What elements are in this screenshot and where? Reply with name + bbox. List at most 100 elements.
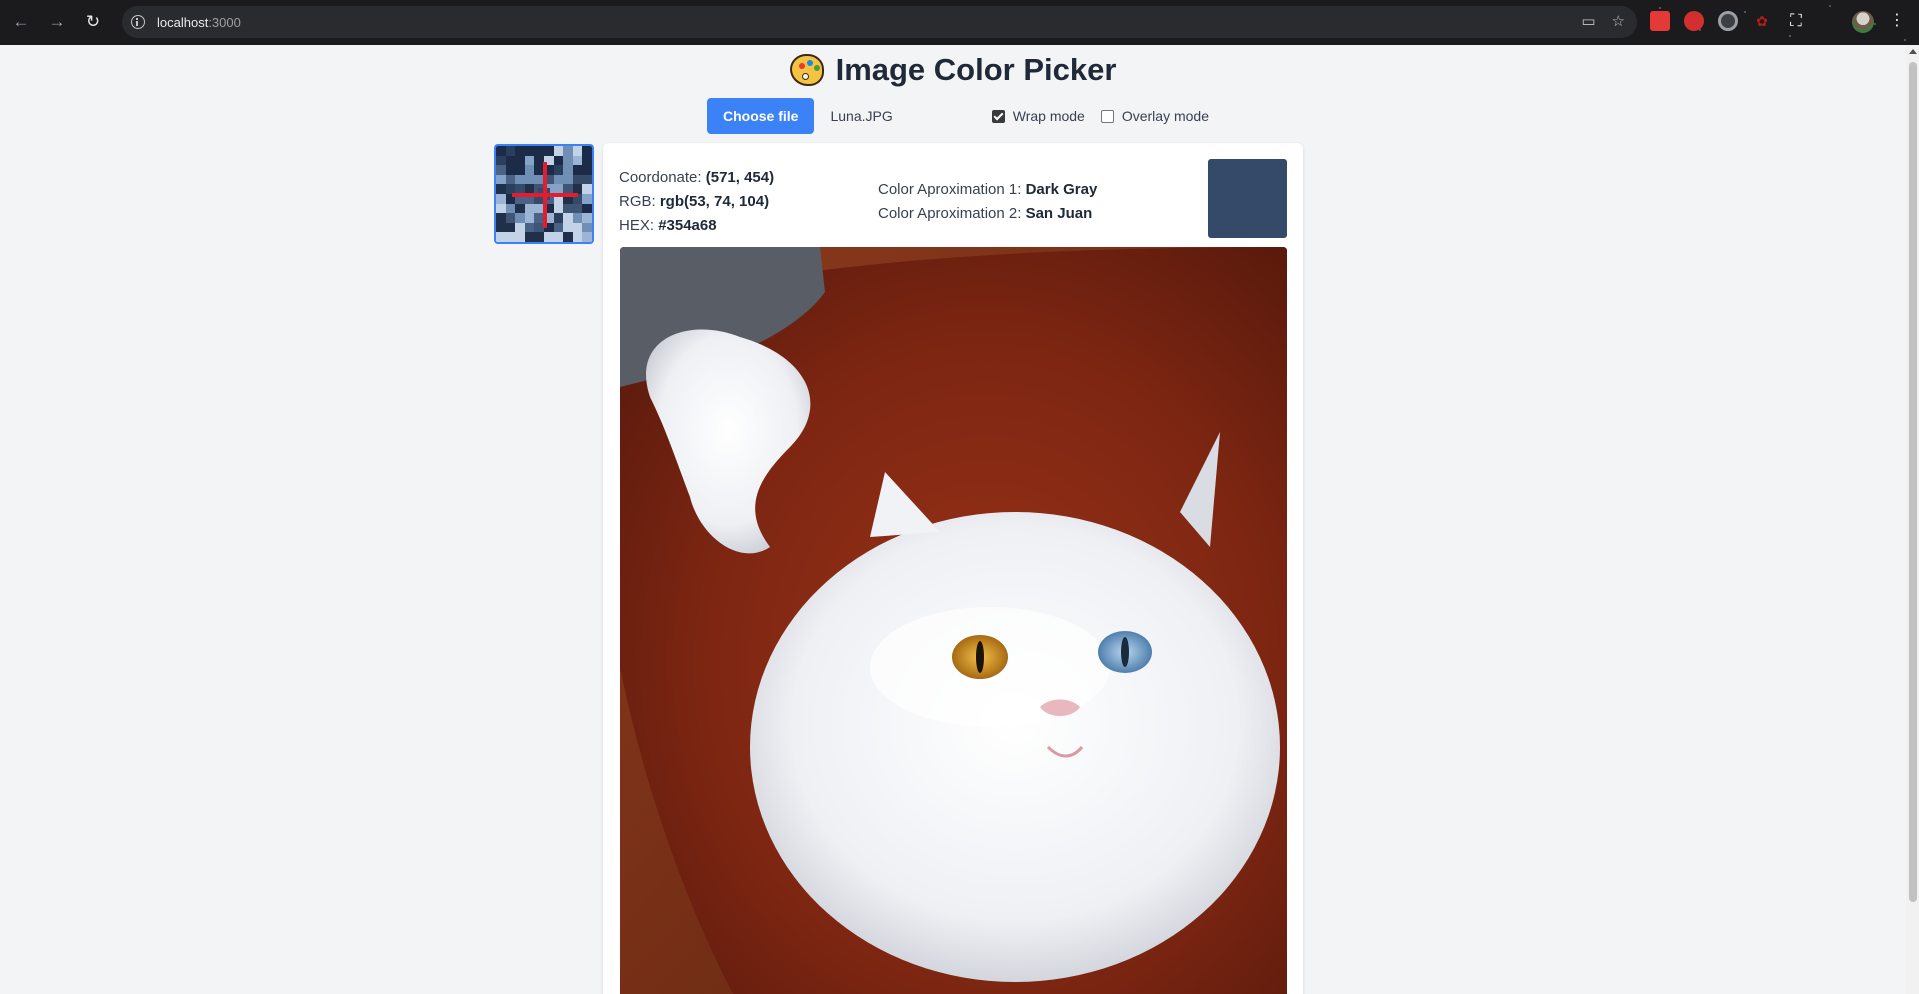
magnifier-pixel <box>496 184 506 194</box>
magnifier-pixel <box>505 155 516 166</box>
magnifier-pixel <box>515 174 525 185</box>
cat-photo <box>620 247 1287 994</box>
cat-image-canvas[interactable] <box>620 247 1287 994</box>
star-icon[interactable]: ☆ <box>1612 13 1625 31</box>
magnifier-pixel <box>505 232 516 242</box>
magnifier-pixel <box>553 203 564 214</box>
address-bar[interactable]: localhost:3000 ▭ ☆ <box>122 6 1637 38</box>
zoom-magnifier <box>494 144 594 244</box>
magnifier-pixel <box>505 146 516 156</box>
magnifier-pixel <box>496 146 506 156</box>
extension-shield-icon[interactable] <box>1684 11 1704 31</box>
install-app-icon[interactable]: ▭ <box>1581 13 1595 31</box>
magnifier-pixel <box>553 213 564 223</box>
pixel-info: Coordonate: (571, 454) RGB: rgb(53, 74, … <box>619 166 774 238</box>
color-swatch <box>1208 159 1287 238</box>
magnifier-pixel <box>524 146 535 156</box>
magnifier-pixel <box>534 146 544 156</box>
magnifier-pixel <box>563 155 573 166</box>
magnifier-pixel <box>572 165 583 175</box>
extension-circle-icon[interactable] <box>1718 11 1738 31</box>
magnifier-pixel <box>524 155 535 166</box>
magnifier-pixel <box>563 203 573 214</box>
url-text[interactable]: localhost:3000 <box>157 15 241 30</box>
wrap-mode-checkbox[interactable] <box>991 109 1005 123</box>
extensions-area: ✿ ⛶ <box>1650 11 1806 31</box>
arrow-right-icon[interactable]: → <box>46 11 68 33</box>
overlay-mode-toggle[interactable]: Overlay mode <box>1100 108 1209 124</box>
approximation-1-value: Dark Gray <box>1025 181 1098 198</box>
magnifier-pixel <box>553 155 564 166</box>
magnifier-pixel <box>553 222 564 233</box>
hex-label: HEX: <box>619 217 659 234</box>
wrap-mode-toggle[interactable]: Wrap mode <box>991 108 1085 124</box>
magnifier-pixel <box>572 213 583 223</box>
magnifier-pixel <box>505 203 516 214</box>
approximation-1-label: Color Aproximation 1: <box>878 181 1026 198</box>
magnifier-pixel <box>572 174 583 185</box>
info-icon[interactable] <box>131 15 145 29</box>
url-host: localhost <box>157 14 209 30</box>
overlay-mode-checkbox[interactable] <box>1100 109 1114 123</box>
wrap-mode-label: Wrap mode <box>1012 108 1085 124</box>
magnifier-pixel <box>582 146 592 156</box>
magnifier-pixel <box>515 155 525 166</box>
magnifier-pixel <box>524 203 535 214</box>
magnifier-pixel <box>544 232 554 242</box>
magnifier-pixel <box>524 165 535 175</box>
browser-toolbar: ← → ↻ localhost:3000 ▭ ☆ ✿ ⛶ ⋮ <box>0 0 1919 45</box>
magnifier-pixel <box>496 203 506 214</box>
magnifier-pixel <box>563 146 573 156</box>
choose-file-button[interactable]: Choose file <box>707 98 815 134</box>
reload-icon[interactable]: ↻ <box>82 11 104 33</box>
arrow-left-icon[interactable]: ← <box>10 11 32 33</box>
hex-row: HEX: #354a68 <box>619 214 774 238</box>
coordinate-row: Coordonate: (571, 454) <box>619 166 774 190</box>
magnifier-pixel <box>496 194 506 204</box>
page-title: Image Color Picker <box>789 52 1117 88</box>
magnifier-pixel <box>553 174 564 185</box>
header: Image Color Picker <box>0 52 1906 91</box>
magnifier-pixel <box>563 213 573 223</box>
avatar[interactable] <box>1852 11 1874 33</box>
page-scrollbar[interactable] <box>1906 45 1919 994</box>
file-name: Luna.JPG <box>830 108 893 124</box>
scrollbar-thumb[interactable] <box>1909 62 1917 902</box>
scroll-up-icon[interactable] <box>1909 49 1917 54</box>
magnifier-pixel <box>496 213 506 223</box>
approximation-1-row: Color Aproximation 1: Dark Gray <box>878 178 1097 202</box>
rgb-value: rgb(53, 74, 104) <box>659 193 770 210</box>
magnifier-pixel <box>553 165 564 175</box>
magnifier-pixel <box>563 165 573 175</box>
magnifier-pixel <box>515 222 525 233</box>
extension-signature-icon[interactable]: ✿ <box>1752 11 1772 31</box>
magnifier-pixel <box>496 232 506 242</box>
magnifier-pixel <box>505 213 516 223</box>
magnifier-pixel <box>534 232 544 242</box>
page-title-text: Image Color Picker <box>835 52 1117 87</box>
rgb-label: RGB: <box>619 193 660 210</box>
magnifier-pixel <box>563 232 573 242</box>
magnifier-pixel <box>505 165 516 175</box>
magnifier-pixel <box>582 213 592 223</box>
magnifier-pixel <box>515 146 525 156</box>
magnifier-pixel <box>496 174 506 185</box>
coordinate-value: (571, 454) <box>705 169 775 186</box>
kebab-menu-icon[interactable]: ⋮ <box>1889 10 1905 32</box>
magnifier-pixel <box>553 232 564 242</box>
puzzle-icon[interactable]: ⛶ <box>1786 11 1806 31</box>
crosshair-horizontal <box>512 193 578 197</box>
magnifier-pixel <box>582 184 592 194</box>
magnifier-pixel <box>515 165 525 175</box>
magnifier-pixel <box>582 194 592 204</box>
color-info-card: Coordonate: (571, 454) RGB: rgb(53, 74, … <box>603 143 1303 994</box>
magnifier-pixel <box>572 222 583 233</box>
magnifier-pixel <box>524 174 535 185</box>
magnifier-pixel <box>524 213 535 223</box>
magnifier-pixel <box>553 146 564 156</box>
extension-red-icon[interactable] <box>1650 11 1670 31</box>
coordinate-label: Coordonate: <box>619 169 706 186</box>
magnifier-pixel <box>524 222 535 233</box>
controls-bar: Choose file Luna.JPG Wrap mode Overlay m… <box>707 98 1209 134</box>
palette-icon <box>789 54 824 86</box>
